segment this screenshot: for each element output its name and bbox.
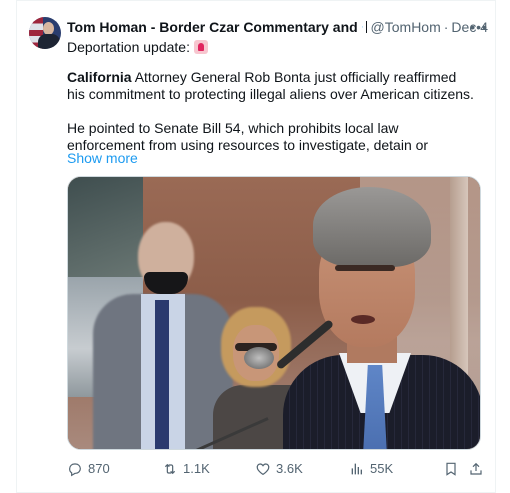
avatar[interactable] <box>29 17 61 49</box>
speaker-mouth <box>351 315 375 324</box>
bookmark-button[interactable] <box>443 459 459 479</box>
card-left-border <box>16 0 17 493</box>
tweet-subtitle: Deportation update: <box>67 37 208 57</box>
heart-icon <box>256 463 270 476</box>
affiliation-badge-icon <box>365 21 367 33</box>
reply-button[interactable]: 870 <box>67 459 110 479</box>
like-button[interactable]: 3.6K <box>255 459 303 479</box>
card-top-border <box>16 0 496 1</box>
like-count: 3.6K <box>276 461 303 476</box>
repost-count: 1.1K <box>183 461 210 476</box>
tweet-photo[interactable] <box>67 176 481 450</box>
views-chart-icon <box>351 463 362 475</box>
tweet-actions: 870 1.1K 3.6K 55K <box>67 459 484 479</box>
more-options-icon[interactable]: ••• <box>470 17 488 37</box>
share-button[interactable] <box>468 459 484 479</box>
siren-emoji-icon <box>193 40 208 54</box>
tweet-paragraph-2: He pointed to Senate Bill 54, which proh… <box>67 120 429 153</box>
repost-icon <box>164 463 176 475</box>
speaker-hair <box>313 187 431 267</box>
masked-man-tie <box>155 300 169 449</box>
repost-button[interactable]: 1.1K <box>162 459 210 479</box>
header-separator: · <box>443 19 449 35</box>
photo-masked-man <box>83 222 233 449</box>
subtitle-text: Deportation update: <box>67 39 190 55</box>
avatar-suit <box>38 34 60 49</box>
reply-count: 870 <box>88 461 110 476</box>
bold-location: California <box>67 69 132 85</box>
show-more-link[interactable]: Show more <box>67 150 138 167</box>
user-handle[interactable]: @TomHom <box>371 17 441 37</box>
views-count: 55K <box>370 461 394 476</box>
views-button[interactable]: 55K <box>349 459 393 479</box>
tweet-paragraph-1: California Attorney General Rob Bonta ju… <box>67 69 477 103</box>
bookmark-icon <box>446 462 456 476</box>
tweet-header: Tom Homan - Border Czar Commentary and @… <box>67 17 488 37</box>
masked-man-mask <box>144 272 188 294</box>
microphone-icon <box>244 347 274 369</box>
display-name[interactable]: Tom Homan - Border Czar Commentary and <box>67 17 358 37</box>
photo-speaker <box>283 187 480 449</box>
verified-badge-icon <box>361 26 363 28</box>
card-right-border <box>495 0 496 493</box>
speaker-brow <box>335 265 395 271</box>
share-icon <box>470 462 482 475</box>
reply-icon <box>69 463 81 477</box>
